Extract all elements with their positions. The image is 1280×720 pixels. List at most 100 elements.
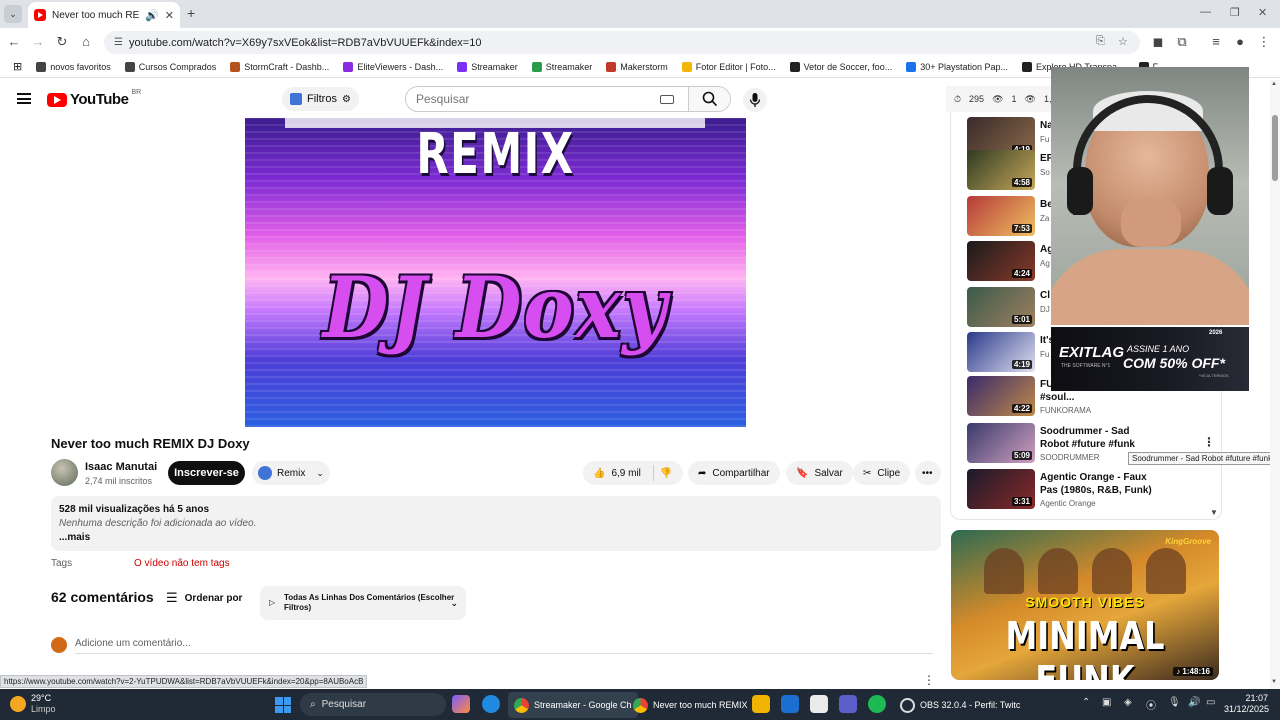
battery-icon[interactable]: ▭: [1206, 697, 1215, 708]
save-button[interactable]: 🔖 Salvar: [786, 461, 853, 485]
store-icon[interactable]: [810, 695, 828, 713]
comment-filter-select[interactable]: ▷ Todas As Linhas Dos Comentários (Escol…: [260, 586, 466, 620]
file-explorer-icon[interactable]: [752, 695, 770, 713]
recommended-video[interactable]: KingGroove SMOOTH VIBES MINIMAL FUNK ♪ 1…: [951, 530, 1219, 680]
voice-search-button[interactable]: [743, 88, 767, 112]
playlist-thumbnail[interactable]: 4:19: [967, 332, 1035, 372]
browser-tab[interactable]: Never too much REMIX DJ D 🔊 ✕: [28, 2, 180, 28]
bookmark-item[interactable]: Streamaker: [450, 61, 525, 72]
tray-location-icon[interactable]: ⦿: [1146, 697, 1156, 712]
playlist-thumbnail[interactable]: 5:01: [967, 287, 1035, 327]
tray-security-icon[interactable]: ◈: [1124, 697, 1132, 708]
start-icon[interactable]: [275, 697, 291, 713]
playlist-item[interactable]: 3:31 Agentic Orange - Faux Pas (1980s, R&…: [967, 469, 1217, 509]
playlist-thumbnail[interactable]: 4:24: [967, 241, 1035, 281]
subscribe-button[interactable]: Inscrever-se: [168, 461, 245, 485]
video-player[interactable]: REMIX DJ Doxy: [245, 118, 746, 427]
filters-button[interactable]: Filtros ⚙: [282, 87, 359, 111]
like-icon[interactable]: 👍: [593, 468, 605, 479]
address-bar[interactable]: ☰ youtube.com/watch?v=X69y7sxVEok&list=R…: [104, 31, 1140, 54]
dislike-icon[interactable]: 👎: [660, 468, 672, 479]
bookmark-item[interactable]: Fotor Editor | Foto...: [675, 61, 783, 72]
more-vertical-icon[interactable]: ⋮: [1203, 435, 1215, 449]
copilot-icon[interactable]: [452, 695, 470, 713]
description-box[interactable]: 528 mil visualizações há 5 anos Nenhuma …: [51, 496, 941, 551]
site-info-icon[interactable]: ☰: [114, 37, 123, 48]
tray-chevron-icon[interactable]: ⌃: [1082, 697, 1090, 708]
like-count[interactable]: 6,9 mil: [611, 468, 640, 479]
taskbar-search[interactable]: ⌕ Pesquisar: [300, 693, 446, 716]
taskbar-never-too-much[interactable]: Never too much REMIX: [627, 692, 754, 718]
show-more-link[interactable]: ...mais: [59, 532, 933, 543]
scroll-up-icon[interactable]: ▲: [1271, 81, 1277, 87]
apps-grid-icon[interactable]: ⊞: [6, 60, 29, 73]
restore-icon[interactable]: ❐: [1230, 6, 1240, 19]
search-input[interactable]: [406, 92, 660, 106]
youtube-logo[interactable]: YouTube BR: [47, 89, 141, 108]
exitlag-ad[interactable]: 2026 EXITLAG THE SOFTWARE N°1 ASSINE 1 A…: [1051, 327, 1249, 391]
playlist-thumbnail[interactable]: 5:09: [967, 423, 1035, 463]
bookmark-icon: [906, 61, 917, 72]
search-button[interactable]: [688, 87, 730, 111]
new-tab-icon[interactable]: +: [187, 5, 195, 21]
reload-icon[interactable]: ↻: [54, 34, 70, 50]
more-actions-button[interactable]: •••: [915, 461, 941, 485]
playlist-title[interactable]: Agentic Orange - Faux Pas (1980s, R&B, F…: [1040, 471, 1160, 497]
bookmark-item[interactable]: Vetor de Soccer, foo...: [783, 61, 900, 72]
scroll-down-icon[interactable]: ▼: [1271, 679, 1277, 685]
minimize-icon[interactable]: —: [1200, 6, 1211, 18]
bookmark-item[interactable]: Streamaker: [525, 61, 600, 72]
bookmark-item[interactable]: Cursos Comprados: [118, 61, 224, 72]
playlist-thumbnail[interactable]: 4:22: [967, 376, 1035, 416]
bookmark-star-icon[interactable]: ☆: [1118, 35, 1128, 48]
weather-widget[interactable]: 29°C Limpo: [10, 693, 56, 715]
microphone-tray-icon[interactable]: 🎙: [1168, 697, 1181, 708]
keyboard-icon[interactable]: [660, 94, 674, 104]
home-icon[interactable]: ⌂: [78, 34, 94, 49]
clip-button[interactable]: ✂ Clipe: [853, 461, 911, 485]
bookmark-icon: [531, 61, 542, 72]
playlist-thumbnail[interactable]: 7:53: [967, 196, 1035, 236]
menu-icon[interactable]: [17, 93, 31, 104]
taskbar-streamaker[interactable]: Streamaker - Google Ch: [508, 692, 638, 718]
bookmark-item[interactable]: novos favoritos: [29, 61, 118, 72]
playlist-title[interactable]: Soodrummer - Sad Robot #future #funk: [1040, 425, 1160, 451]
add-comment-input[interactable]: Adicione um comentário...: [75, 638, 933, 654]
edge-icon[interactable]: [482, 695, 500, 713]
share-button[interactable]: ➦ Compartilhar: [688, 461, 780, 485]
outlook-icon[interactable]: [781, 695, 799, 713]
extensions-puzzle-icon[interactable]: ⧉: [1174, 34, 1190, 50]
page-scrollbar-thumb[interactable]: [1272, 115, 1278, 181]
extension-icon[interactable]: ◼: [1150, 34, 1166, 50]
channel-avatar[interactable]: [51, 459, 78, 486]
close-window-icon[interactable]: ✕: [1258, 6, 1267, 19]
profile-icon[interactable]: ●: [1232, 34, 1248, 49]
remix-button[interactable]: Remix ⌄: [252, 461, 330, 485]
taskbar-clock[interactable]: 21:07 31/12/2025: [1224, 693, 1269, 715]
tab-search-icon[interactable]: ⌄: [4, 5, 22, 23]
browser-menu-icon[interactable]: ⋮: [1256, 34, 1272, 50]
playlist-thumbnail[interactable]: 3:31: [967, 469, 1035, 509]
install-icon[interactable]: ⎘: [1096, 35, 1105, 48]
playlist-scroll-down-icon[interactable]: ▼: [1210, 508, 1218, 517]
forward-icon[interactable]: →: [30, 34, 46, 49]
bookmark-item[interactable]: Makerstorm: [599, 61, 675, 72]
channel-name[interactable]: Isaac Manutai: [85, 461, 157, 473]
bookmark-item[interactable]: 30+ Playstation Pap...: [899, 61, 1015, 72]
tray-app-icon[interactable]: ▣: [1102, 697, 1111, 708]
media-controls-icon[interactable]: ≡: [1208, 34, 1224, 49]
back-icon[interactable]: ←: [6, 34, 22, 49]
bookmark-item[interactable]: EliteViewers - Dash...: [336, 61, 450, 72]
scissors-icon: ✂: [863, 467, 872, 479]
volume-icon[interactable]: 🔊: [1188, 697, 1200, 708]
more-vertical-icon[interactable]: ⋮: [923, 673, 935, 687]
headphone-cup-right: [1207, 167, 1233, 215]
close-tab-icon[interactable]: ✕: [165, 9, 174, 22]
teams-icon[interactable]: [839, 695, 857, 713]
speaker-icon[interactable]: 🔊: [145, 9, 159, 22]
taskbar-obs[interactable]: OBS 32.0.4 - Perfil: Twitc: [894, 692, 1026, 718]
sort-button[interactable]: ☰ Ordenar por: [166, 590, 242, 606]
spotify-icon[interactable]: [868, 695, 886, 713]
playlist-thumbnail[interactable]: 4:58: [967, 150, 1035, 190]
bookmark-item[interactable]: StormCraft - Dashb...: [223, 61, 336, 72]
